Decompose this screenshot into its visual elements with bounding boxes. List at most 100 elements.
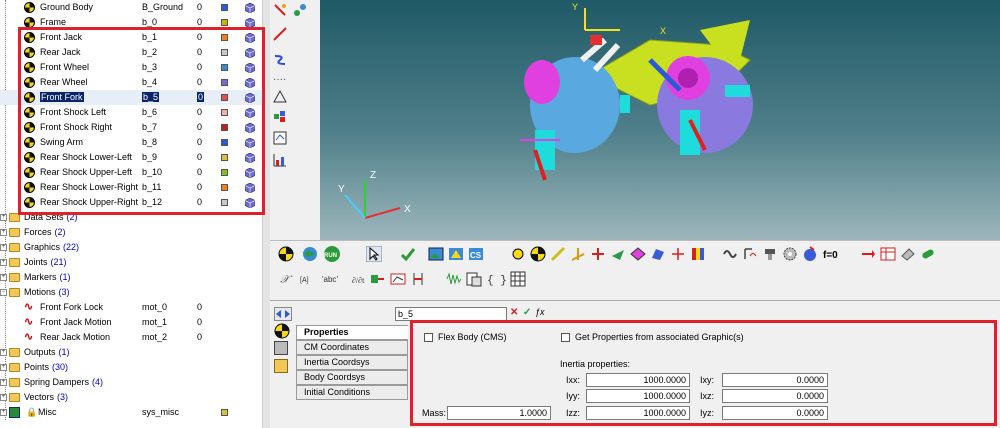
eraser-icon[interactable] xyxy=(900,246,916,262)
tree-row-folder[interactable]: − Motions (3) xyxy=(0,285,262,300)
color-swatch[interactable] xyxy=(221,124,228,131)
body-active-flag[interactable]: 0 xyxy=(197,92,205,102)
flex-body-checkbox[interactable] xyxy=(424,333,433,342)
color-swatch[interactable] xyxy=(221,139,228,146)
tree-row-body[interactable]: Rear Wheel b_4 0 xyxy=(0,75,262,90)
joint-icon[interactable] xyxy=(570,246,586,262)
tree-row-body[interactable]: Rear Shock Lower-Right b_11 0 xyxy=(0,180,262,195)
script-icon[interactable]: 𝒳 xyxy=(278,271,294,287)
grid-table-icon[interactable] xyxy=(510,271,526,287)
select-arrow-icon[interactable] xyxy=(365,245,383,263)
expand-toggle[interactable]: + xyxy=(0,274,7,281)
cube-icon[interactable] xyxy=(244,62,256,74)
cube-icon[interactable] xyxy=(244,152,256,164)
tree-row-body[interactable]: Swing Arm b_8 0 xyxy=(0,135,262,150)
tree-row-body[interactable]: Frame b_0 0 xyxy=(0,15,262,30)
body-active-flag[interactable]: 0 xyxy=(197,2,202,12)
align-icon[interactable] xyxy=(410,271,426,287)
braces-icon[interactable]: { } xyxy=(486,271,507,287)
izz-field[interactable]: 1000.0000 xyxy=(586,406,690,420)
derivative-icon[interactable]: ∂/∂t xyxy=(350,271,366,287)
body-active-flag[interactable]: 0 xyxy=(197,77,202,87)
tree-row-folder[interactable]: + Data Sets (2) xyxy=(0,210,262,225)
cube-icon[interactable] xyxy=(244,197,256,209)
surface-icon[interactable] xyxy=(650,246,666,262)
body-active-flag[interactable]: 0 xyxy=(197,107,202,117)
tab-inertia-coordsys[interactable]: Inertia Coordsys xyxy=(296,355,408,370)
tab-body-coordsys[interactable]: Body Coordsys xyxy=(296,370,408,385)
cube-icon[interactable] xyxy=(244,167,256,179)
tree-row-body[interactable]: Front Wheel b_3 0 xyxy=(0,60,262,75)
actuator-icon[interactable] xyxy=(762,246,778,262)
cube-icon[interactable] xyxy=(244,182,256,194)
tree-row-body[interactable]: Ground Body B_Ground 0 xyxy=(0,0,262,15)
cube-icon[interactable] xyxy=(244,107,256,119)
motion-active-flag[interactable]: 0 xyxy=(197,302,202,312)
expand-toggle[interactable]: + xyxy=(0,349,7,356)
color-swatch[interactable] xyxy=(221,34,228,41)
f-equals-zero-button[interactable]: f=0 xyxy=(822,246,844,262)
force-icon[interactable] xyxy=(610,246,626,262)
cube-icon[interactable] xyxy=(244,137,256,149)
tree-row-body[interactable]: Rear Shock Lower-Left b_9 0 xyxy=(0,150,262,165)
cube-icon[interactable] xyxy=(244,92,256,104)
tree-row-folder[interactable]: + Vectors (3) xyxy=(0,390,262,405)
tab-initial-conditions[interactable]: Initial Conditions xyxy=(296,385,408,400)
get-properties-checkbox[interactable] xyxy=(561,333,570,342)
tab-properties[interactable]: Properties xyxy=(296,325,408,340)
color-swatch[interactable] xyxy=(221,4,228,11)
cube-icon[interactable] xyxy=(244,32,256,44)
expression-fx-icon[interactable]: ƒx xyxy=(535,307,551,321)
expand-toggle[interactable]: + xyxy=(0,214,7,221)
body-active-flag[interactable]: 0 xyxy=(197,197,202,207)
expand-toggle[interactable]: + xyxy=(0,364,7,371)
contact-icon[interactable] xyxy=(630,246,646,262)
line-icon[interactable] xyxy=(272,26,288,42)
tree-row-misc[interactable]: + 🔒 Misc sys_misc xyxy=(0,405,262,420)
color-swatch[interactable] xyxy=(221,109,228,116)
body-active-flag[interactable]: 0 xyxy=(197,137,202,147)
body-active-flag[interactable]: 0 xyxy=(197,167,202,177)
back-forward-icon[interactable] xyxy=(274,307,292,321)
ixx-field[interactable]: 1000.0000 xyxy=(586,373,690,387)
color-swatch[interactable] xyxy=(221,79,228,86)
model-browser-tree[interactable]: Ground Body B_Ground 0 Frame b_0 0 Front Jack b… xyxy=(0,0,262,428)
color-swatch[interactable] xyxy=(221,199,228,206)
iyy-field[interactable]: 1000.0000 xyxy=(586,389,690,403)
color-swatch[interactable] xyxy=(221,94,228,101)
triangle-icon[interactable] xyxy=(272,88,288,104)
tree-row-body[interactable]: Front Shock Left b_6 0 xyxy=(0,105,262,120)
cube-icon[interactable] xyxy=(244,122,256,134)
cube-icon[interactable] xyxy=(244,47,256,59)
panel-edit-icon[interactable] xyxy=(274,359,288,373)
expand-toggle[interactable]: + xyxy=(0,229,7,236)
tree-row-motion[interactable]: ∿ Front Jack Motion mot_1 0 xyxy=(0,315,262,330)
rotate-icon[interactable] xyxy=(272,2,288,18)
motion-active-flag[interactable]: 0 xyxy=(197,317,202,327)
tree-row-folder[interactable]: + Graphics (22) xyxy=(0,240,262,255)
point-icon[interactable] xyxy=(510,246,526,262)
ixz-field[interactable]: 0.0000 xyxy=(722,389,828,403)
body-active-flag[interactable]: 0 xyxy=(197,182,202,192)
cs-icon[interactable]: CS xyxy=(468,246,484,262)
entity-name-input[interactable] xyxy=(395,307,507,321)
template-icon[interactable] xyxy=(466,271,482,287)
expand-toggle[interactable]: + xyxy=(0,394,7,401)
run-button[interactable]: RUN xyxy=(322,246,342,262)
cube-icon[interactable] xyxy=(244,2,256,14)
body-active-flag[interactable]: 0 xyxy=(197,152,202,162)
tree-row-body[interactable]: Front Fork b_5 0 xyxy=(0,90,262,105)
tree-row-motion[interactable]: ∿ Front Fork Lock mot_0 0 xyxy=(0,300,262,315)
color-swatch[interactable] xyxy=(221,49,228,56)
image-icon[interactable] xyxy=(428,246,444,262)
apply-check-icon[interactable]: ✓ xyxy=(523,307,535,321)
body-active-flag[interactable]: 0 xyxy=(197,32,202,42)
marker-icon[interactable] xyxy=(272,108,288,124)
motion-icon[interactable] xyxy=(802,246,818,262)
color-swatch[interactable] xyxy=(221,154,228,161)
globe-icon[interactable] xyxy=(302,246,318,262)
color-bar-icon[interactable] xyxy=(690,246,706,262)
tree-row-folder[interactable]: + Spring Dampers (4) xyxy=(0,375,262,390)
motion-active-flag[interactable]: 0 xyxy=(197,332,202,342)
tree-row-body[interactable]: Rear Jack b_2 0 xyxy=(0,45,262,60)
